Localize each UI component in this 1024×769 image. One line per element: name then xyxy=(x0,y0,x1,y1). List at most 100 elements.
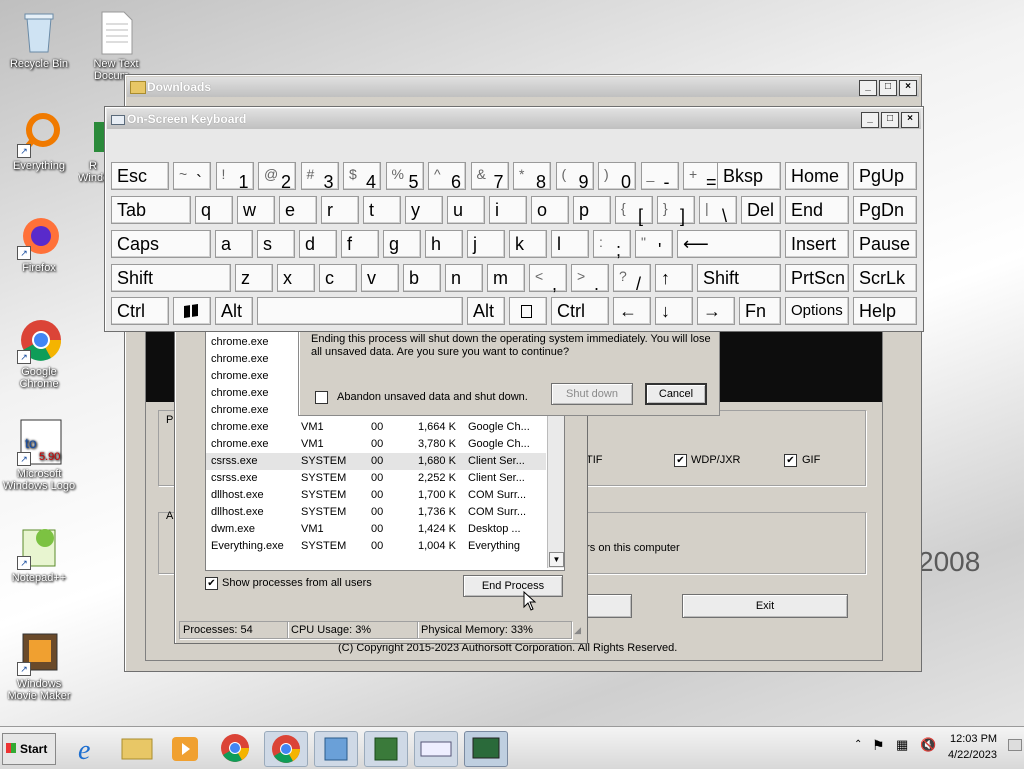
key-alt-left[interactable]: Alt xyxy=(215,297,253,325)
key-n[interactable]: n xyxy=(445,264,483,292)
key-windows-icon[interactable] xyxy=(173,297,211,325)
key-options[interactable]: Options xyxy=(785,297,849,325)
key-sym3-1[interactable]: " ' xyxy=(635,230,673,260)
key-pgdn[interactable]: PgDn xyxy=(853,196,917,224)
taskbar-app-icon[interactable] xyxy=(364,731,408,767)
show-desktop-button[interactable] xyxy=(1008,739,1022,751)
desktop-icon-windows-movie-maker[interactable]: ↗ Windows Movie Maker xyxy=(1,628,77,702)
tray-volume-muted-icon[interactable]: 🔇 xyxy=(920,737,936,753)
key-6[interactable]: ^ 6 xyxy=(428,162,466,192)
key-d[interactable]: d xyxy=(299,230,337,258)
tray-network-icon[interactable]: ▦ xyxy=(896,737,908,753)
maximize-button[interactable]: □ xyxy=(879,80,897,96)
key-k[interactable]: k xyxy=(509,230,547,258)
key-ctrl-left[interactable]: Ctrl xyxy=(111,297,169,325)
gif-checkbox[interactable]: ✔ xyxy=(784,454,797,467)
process-row[interactable]: Everything.exe SYSTEM 00 1,004 K Everything xyxy=(206,538,546,555)
process-row[interactable]: dllhost.exe SYSTEM 00 1,736 K COM Surr... xyxy=(206,504,546,521)
key-pause[interactable]: Pause xyxy=(853,230,917,258)
process-row[interactable]: dwm.exe VM1 00 1,424 K Desktop ... xyxy=(206,521,546,538)
key-fn[interactable]: Fn xyxy=(739,297,781,325)
key-y[interactable]: y xyxy=(405,196,443,224)
shutdown-dialog[interactable]: Ending this process will shut down the o… xyxy=(298,326,720,416)
tray-show-hidden-icon[interactable]: ⌃ xyxy=(854,739,862,750)
key-arrow-up[interactable]: ↑ xyxy=(655,264,693,292)
key-h[interactable]: h xyxy=(425,230,463,258)
key-del[interactable]: Del xyxy=(741,196,781,224)
key-alt-right[interactable]: Alt xyxy=(467,297,505,325)
key-sym2-1[interactable]: }] xyxy=(657,196,695,226)
close-button[interactable]: × xyxy=(901,112,919,128)
key-end[interactable]: End xyxy=(785,196,849,224)
key-prtscn[interactable]: PrtScn xyxy=(785,264,849,292)
taskbar-installer-icon[interactable] xyxy=(314,731,358,767)
key-home[interactable]: Home xyxy=(785,162,849,190)
resize-grip-icon[interactable]: ◢ xyxy=(574,625,581,636)
on-screen-keyboard-window[interactable]: On-Screen Keyboard _ □ × Esc ~ `! 1 @2 #3 $4% 5… xyxy=(104,106,924,332)
taskbar-task-manager-icon[interactable] xyxy=(464,731,508,767)
close-button[interactable]: × xyxy=(899,80,917,96)
key-m[interactable]: m xyxy=(487,264,525,292)
desktop-icon-microsoft-windows-logo[interactable]: to 5.90 ↗ Microsoft Windows Logo xyxy=(1,418,77,492)
key-j[interactable]: j xyxy=(467,230,505,258)
key-q[interactable]: q xyxy=(195,196,233,224)
downloads-titlebar[interactable]: Downloads _ □ × xyxy=(127,77,919,97)
start-button[interactable]: Start xyxy=(2,733,56,765)
key-5[interactable]: % 5 xyxy=(385,162,424,192)
key-caps[interactable]: Caps xyxy=(111,230,211,258)
exit-button[interactable]: Exit xyxy=(682,594,848,618)
key-v[interactable]: v xyxy=(361,264,399,292)
key-tab[interactable]: Tab xyxy=(111,196,191,224)
taskbar-internet-explorer-icon[interactable]: e xyxy=(68,731,110,766)
key-insert[interactable]: Insert xyxy=(785,230,849,258)
key-8[interactable]: * 8 xyxy=(513,162,551,192)
key-menu-icon[interactable] xyxy=(509,297,547,325)
process-row[interactable]: chrome.exe VM1 00 1,664 K Google Ch... xyxy=(206,419,546,436)
key-pgup[interactable]: PgUp xyxy=(853,162,917,190)
key-4[interactable]: $4 xyxy=(343,162,381,192)
key-sym4-1[interactable]: >. xyxy=(571,264,609,294)
maximize-button[interactable]: □ xyxy=(881,112,899,128)
clock-time[interactable]: 12:03 PM xyxy=(950,733,997,745)
key-b[interactable]: b xyxy=(403,264,441,292)
key-sym4-2[interactable]: ? / xyxy=(613,264,651,294)
key-f[interactable]: f xyxy=(341,230,379,258)
wdp-jxr-checkbox[interactable]: ✔ xyxy=(674,454,687,467)
clock-date[interactable]: 4/22/2023 xyxy=(948,749,997,761)
key-2[interactable]: @2 xyxy=(258,162,296,192)
abandon-data-checkbox[interactable] xyxy=(315,391,328,404)
key-10[interactable]: ) 0 xyxy=(598,162,636,192)
desktop-icon-recycle-bin[interactable]: Recycle Bin xyxy=(1,8,77,70)
key-r[interactable]: r xyxy=(321,196,359,224)
taskbar-chrome-icon[interactable] xyxy=(264,731,308,767)
key-backspace[interactable]: Bksp xyxy=(717,162,781,190)
taskbar-chrome-icon[interactable] xyxy=(214,731,256,765)
key-l[interactable]: l xyxy=(551,230,589,258)
minimize-button[interactable]: _ xyxy=(859,80,877,96)
end-process-button[interactable]: End Process xyxy=(463,575,563,597)
key-sym2-0[interactable]: {[ xyxy=(615,196,653,226)
key-0[interactable]: ~ ` xyxy=(173,162,211,192)
key-g[interactable]: g xyxy=(383,230,421,258)
taskbar-media-player-icon[interactable] xyxy=(164,731,206,765)
key-7[interactable]: & 7 xyxy=(470,162,509,192)
key-t[interactable]: t xyxy=(363,196,401,224)
key-3[interactable]: #3 xyxy=(300,162,339,192)
key-ctrl-right[interactable]: Ctrl xyxy=(551,297,609,325)
key-z[interactable]: z xyxy=(235,264,273,292)
process-row[interactable]: chrome.exe VM1 00 3,780 K Google Ch... xyxy=(206,436,546,453)
key-e[interactable]: e xyxy=(279,196,317,224)
key-shift-left[interactable]: Shift xyxy=(111,264,231,292)
key-arrow-left[interactable]: ← xyxy=(613,297,651,325)
key-12[interactable]: + = xyxy=(683,162,721,192)
desktop-icon-google-chrome[interactable]: ↗ Google Chrome xyxy=(1,316,77,390)
key-11[interactable]: _ - xyxy=(640,162,679,192)
key-arrow-down[interactable]: ↓ xyxy=(655,297,693,325)
show-all-users-checkbox[interactable]: ✔ xyxy=(205,577,218,590)
key-1[interactable]: ! 1 xyxy=(215,162,254,192)
key-esc[interactable]: Esc xyxy=(111,162,169,190)
key-help[interactable]: Help xyxy=(853,297,917,325)
key-shift-right[interactable]: Shift xyxy=(697,264,781,292)
process-row[interactable]: dllhost.exe SYSTEM 00 1,700 K COM Surr... xyxy=(206,487,546,504)
key-arrow-right[interactable]: → xyxy=(697,297,735,325)
